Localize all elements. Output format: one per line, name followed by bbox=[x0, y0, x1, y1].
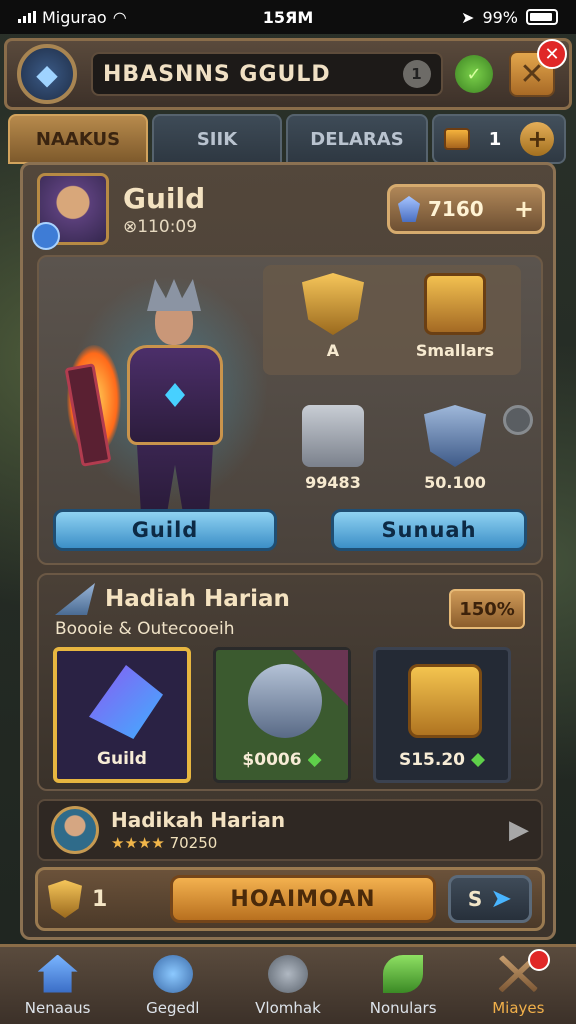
bottom-nav: Nenaaus Gegedl Vlomhak Nonulars Miayes bbox=[0, 944, 576, 1024]
item-grid: A Smallars 99483 50.100 bbox=[263, 265, 533, 505]
reward-label: S15.20 bbox=[398, 750, 466, 770]
green-gem-icon bbox=[307, 753, 322, 767]
avatar bbox=[51, 806, 99, 854]
gear-icon bbox=[32, 222, 60, 250]
leaf-icon[interactable]: ✓ bbox=[455, 55, 493, 93]
tab-bar: NAAKUS SIIK DELARAS 1 + bbox=[8, 114, 568, 164]
item-slot[interactable]: Smallars bbox=[395, 273, 515, 360]
notice-detail: 70250 bbox=[169, 834, 218, 852]
battery-percent: 99% bbox=[482, 7, 518, 27]
green-gem-icon bbox=[471, 753, 486, 767]
crystal-dagger-icon bbox=[89, 665, 163, 739]
nav-label: Vlomhak bbox=[255, 998, 321, 1017]
reward-label: $0006 bbox=[242, 750, 302, 770]
info-button[interactable]: 1 bbox=[403, 60, 431, 88]
chest-icon bbox=[443, 128, 470, 150]
notification-badge bbox=[528, 948, 551, 971]
action-bar: 1 HOAIMOAN S ➤ bbox=[35, 867, 545, 931]
star-rating: ★★★★ bbox=[111, 834, 165, 852]
page-title: HBASNNS GGULD bbox=[103, 61, 331, 87]
gem-icon bbox=[398, 196, 420, 222]
item-slot[interactable]: A bbox=[273, 273, 393, 360]
signal-icon bbox=[18, 11, 36, 23]
nav-label: Gegedl bbox=[146, 998, 200, 1017]
share-label: S bbox=[467, 887, 483, 911]
silver-gauntlet-icon bbox=[248, 664, 322, 738]
guild-button[interactable]: Guild bbox=[53, 509, 277, 551]
settings-dot-icon[interactable] bbox=[503, 405, 533, 435]
golden-chest-icon bbox=[408, 664, 482, 738]
guild-timer: ⊗110:09 bbox=[123, 216, 198, 237]
armor-icon bbox=[302, 405, 364, 467]
item-slot[interactable]: 99483 bbox=[273, 405, 393, 492]
hero-character[interactable] bbox=[59, 265, 279, 515]
chest-resource: 1 + bbox=[432, 114, 566, 164]
status-bar: Migurao ◠ 15ЯM ➤ 99% bbox=[0, 0, 576, 34]
rewards-title: Hadiah Harian bbox=[105, 586, 290, 612]
chest-count: 1 bbox=[488, 128, 502, 150]
tab-delaras[interactable]: DELARAS bbox=[286, 114, 428, 164]
tab-naakus[interactable]: NAAKUS bbox=[8, 114, 148, 164]
guild-emblem-icon[interactable]: ◆ bbox=[17, 44, 77, 104]
wifi-icon: ◠ bbox=[112, 7, 127, 27]
location-icon: ➤ bbox=[461, 7, 475, 27]
header-bar: ◆ HBASNNS GGULD 1 ✓ ✕ ✕ bbox=[4, 38, 572, 110]
gold-shield-icon bbox=[302, 273, 364, 335]
nav-label: Nenaaus bbox=[24, 998, 91, 1017]
guild-leader-avatar[interactable] bbox=[32, 173, 109, 250]
close-button[interactable]: ✕ bbox=[537, 39, 567, 69]
blue-shield-icon bbox=[424, 405, 486, 467]
guild-name: Guild bbox=[123, 181, 206, 215]
daily-rewards-panel: Hadiah Harian Boooie & Outecooeih 150% G… bbox=[37, 573, 543, 791]
gold-shield-icon bbox=[48, 880, 82, 918]
reward-card[interactable]: S15.20 bbox=[373, 647, 511, 783]
gold-chest-icon bbox=[424, 273, 486, 335]
guild-header: Guild ⊗110:09 7160 + bbox=[32, 171, 545, 250]
shield-count: 1 bbox=[92, 886, 108, 912]
reward-card[interactable]: Guild bbox=[53, 647, 191, 783]
nav-label: Nonulars bbox=[369, 998, 437, 1017]
guild-panel: Guild ⊗110:09 7160 + A Smallars 99483 50… bbox=[20, 162, 556, 940]
add-chest-button[interactable]: + bbox=[520, 122, 555, 156]
flag-icon bbox=[55, 583, 95, 615]
status-time: 15ЯM bbox=[262, 7, 314, 27]
item-label: 99483 bbox=[305, 473, 361, 492]
home-icon bbox=[37, 954, 78, 993]
item-label: A bbox=[326, 341, 340, 360]
search-icon bbox=[267, 954, 308, 993]
item-label: Smallars bbox=[415, 341, 495, 360]
gem-counter: 7160 + bbox=[387, 184, 545, 234]
guild-title-bar: HBASNNS GGULD 1 bbox=[91, 52, 443, 96]
reward-label: Guild bbox=[97, 749, 147, 769]
hero-stage: A Smallars 99483 50.100 Guild Sunuah bbox=[37, 255, 543, 565]
carrier-name: Migurao bbox=[42, 7, 107, 27]
share-button[interactable]: S ➤ bbox=[448, 875, 532, 923]
gear-icon bbox=[152, 954, 193, 993]
gem-count: 7160 bbox=[428, 197, 484, 221]
notice-title: Hadikah Harian bbox=[111, 808, 286, 832]
reward-card[interactable]: $0006 bbox=[213, 647, 351, 783]
swords-button[interactable]: ✕ ✕ bbox=[509, 39, 567, 97]
nav-item-gear[interactable]: Gegedl bbox=[123, 954, 223, 1017]
bonus-percent-badge: 150% bbox=[449, 589, 525, 629]
rewards-subtitle: Boooie & Outecooeih bbox=[55, 619, 235, 639]
add-gems-button[interactable]: + bbox=[514, 195, 534, 223]
main-action-button[interactable]: HOAIMOAN bbox=[170, 875, 436, 923]
leaf-icon bbox=[383, 954, 424, 993]
nav-item-swords[interactable]: Miayes bbox=[468, 948, 568, 1017]
chevron-right-icon[interactable]: ▶ bbox=[509, 815, 529, 845]
nav-item-search[interactable]: Vlomhak bbox=[238, 954, 338, 1017]
daily-notice[interactable]: Hadikah Harian ★★★★ 70250 ▶ bbox=[37, 799, 543, 861]
nav-item-home[interactable]: Nenaaus bbox=[8, 954, 108, 1017]
item-label: 50.100 bbox=[424, 473, 486, 492]
nav-item-leaf[interactable]: Nonulars bbox=[353, 954, 453, 1017]
battery-icon bbox=[526, 9, 558, 25]
arrow-icon: ➤ bbox=[490, 884, 513, 914]
nav-label: Miayes bbox=[492, 998, 545, 1017]
sunuah-button[interactable]: Sunuah bbox=[331, 509, 527, 551]
tab-siik[interactable]: SIIK bbox=[152, 114, 282, 164]
item-slot[interactable]: 50.100 bbox=[395, 405, 515, 492]
